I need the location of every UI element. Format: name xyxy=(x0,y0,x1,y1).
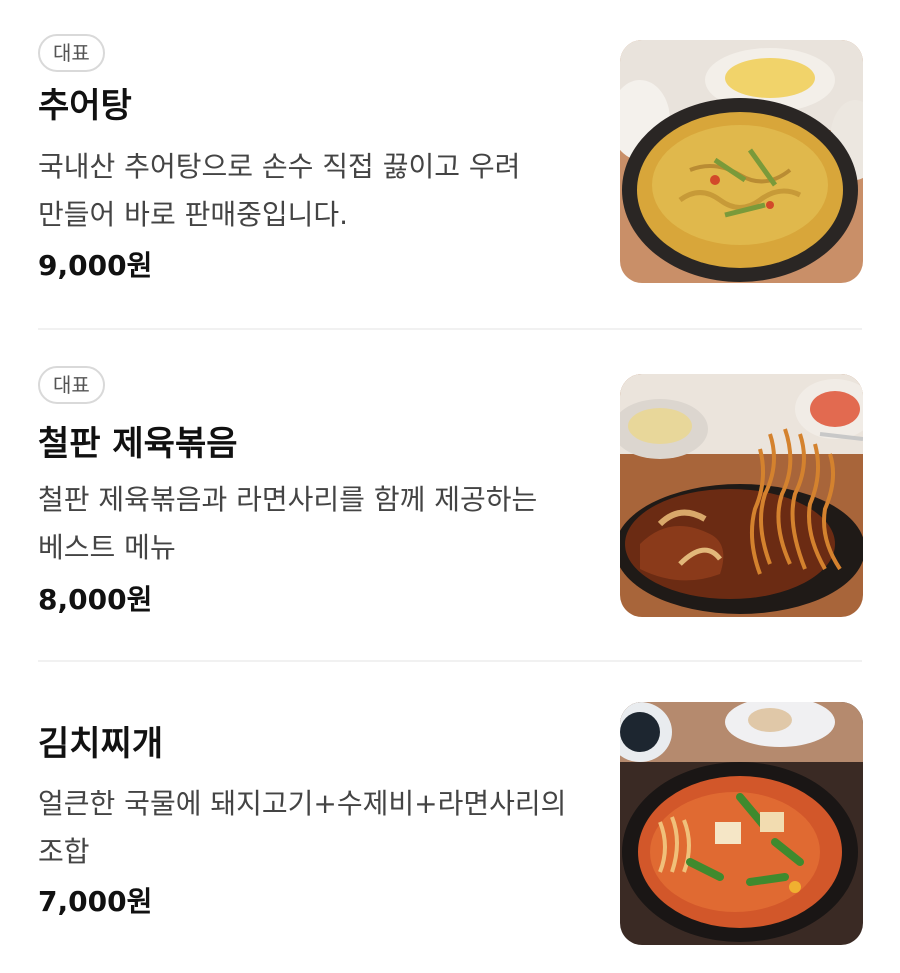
menu-item[interactable]: 대표 추어탕 국내산 추어탕으로 손수 직접 끓이고 우려 만들어 바로 판매중… xyxy=(0,0,900,330)
menu-item-description: 국내산 추어탕으로 손수 직접 끓이고 우려 만들어 바로 판매중입니다. xyxy=(38,150,521,231)
menu-item-price: 8,000원 xyxy=(38,583,153,616)
menu-item-name: 철판 제육볶음 xyxy=(38,424,238,464)
menu-list: 대표 추어탕 국내산 추어탕으로 손수 직접 끓이고 우려 만들어 바로 판매중… xyxy=(0,0,900,973)
menu-item[interactable]: 대표 철판 제육볶음 철판 제육볶음과 라면사리를 함께 제공하는 베스트 메뉴… xyxy=(0,330,900,662)
menu-item-photo[interactable] xyxy=(620,40,863,283)
menu-item-description: 철판 제육볶음과 라면사리를 함께 제공하는 베스트 메뉴 xyxy=(38,483,538,564)
menu-item-photo[interactable] xyxy=(620,374,863,617)
signature-badge: 대표 xyxy=(38,34,105,72)
menu-item-price: 7,000원 xyxy=(38,885,153,918)
menu-item[interactable]: 김치찌개 얼큰한 국물에 돼지고기+수제비+라면사리의 조합 7,000원 xyxy=(0,662,900,973)
menu-item-name: 김치찌개 xyxy=(38,724,164,764)
menu-item-photo[interactable] xyxy=(620,702,863,945)
menu-item-description: 얼큰한 국물에 돼지고기+수제비+라면사리의 조합 xyxy=(38,787,567,868)
menu-item-name: 추어탕 xyxy=(38,86,132,126)
menu-item-price: 9,000원 xyxy=(38,249,153,282)
signature-badge: 대표 xyxy=(38,366,105,404)
